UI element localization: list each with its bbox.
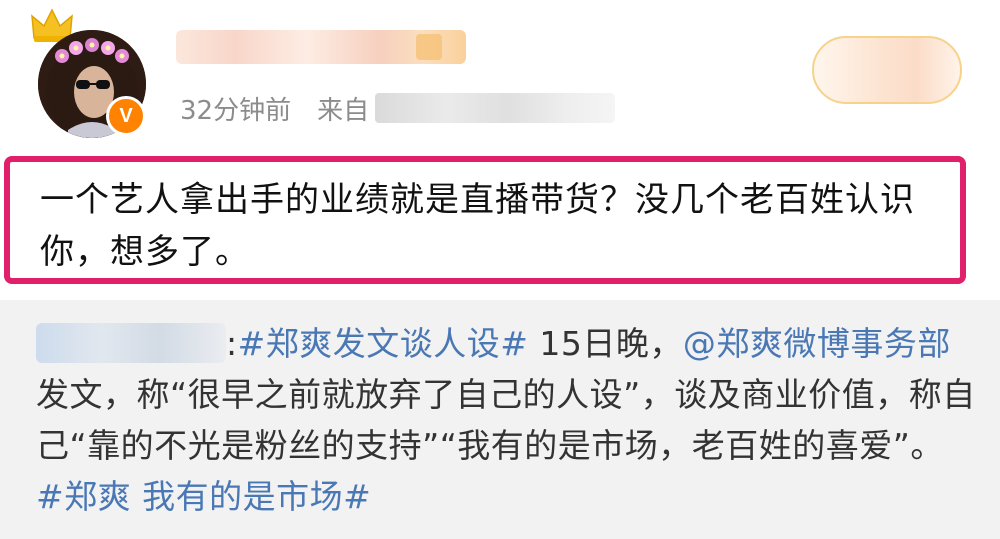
post-time: 32分钟前	[180, 95, 292, 126]
hashtag-topic-link[interactable]: #郑爽发文谈人设#	[238, 324, 529, 363]
source-label: 来自	[317, 95, 370, 126]
repost-text: :#郑爽发文谈人设# 15日晚，@郑爽微博事务部 发文，称“很早之前就放弃了自己…	[36, 318, 976, 522]
highlighted-comment: 一个艺人拿出手的业绩就是直播带货？没几个老百姓认识你，想多了。	[4, 156, 966, 284]
repost-author-blurred[interactable]	[36, 323, 226, 363]
repost-box[interactable]: :#郑爽发文谈人设# 15日晚，@郑爽微博事务部 发文，称“很早之前就放弃了自己…	[0, 300, 1000, 539]
post-header: V 32分钟前 来自	[0, 0, 1000, 150]
comment-text: 一个艺人拿出手的业绩就是直播带货？没几个老百姓认识你，想多了。	[40, 180, 915, 272]
hashtag-end-link[interactable]: #郑爽 我有的是市场#	[36, 477, 371, 516]
post-meta: 32分钟前 来自	[180, 88, 616, 128]
repost-body: 发文，称“很早之前就放弃了自己的人设”，谈及商业价值，称自己“靠的不光是粉丝的支…	[36, 375, 976, 465]
username-blurred[interactable]	[176, 30, 466, 64]
verified-badge: V	[106, 96, 146, 136]
avatar-container[interactable]: V	[28, 8, 158, 138]
mention-link[interactable]: @郑爽微博事务部	[683, 324, 951, 363]
source-blurred	[375, 93, 616, 123]
repost-author-colon: :	[226, 324, 238, 363]
repost-text-segment: 15日晚，	[528, 324, 683, 363]
verified-icon: V	[119, 105, 133, 127]
follow-button-blurred[interactable]	[812, 36, 962, 104]
